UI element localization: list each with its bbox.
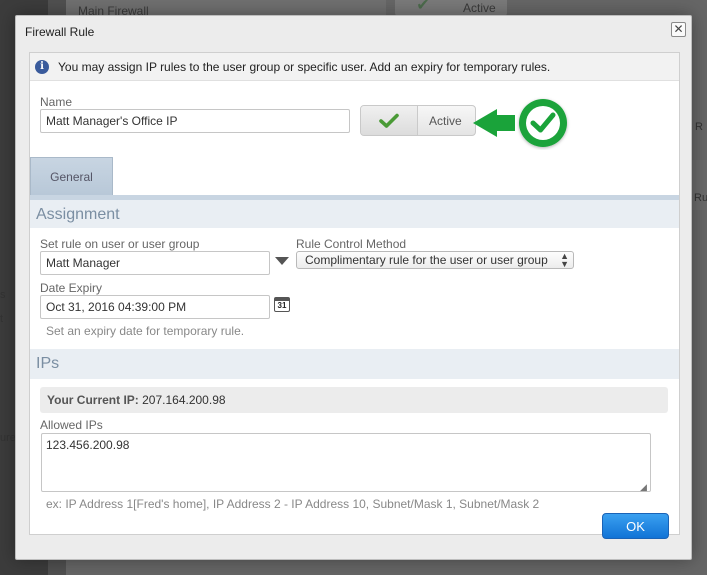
- rule-method-select[interactable]: Complimentary rule for the user or user …: [296, 251, 574, 269]
- current-ip-bar: Your Current IP: 207.164.200.98: [40, 387, 668, 413]
- dropdown-arrow-icon[interactable]: [275, 257, 289, 265]
- resize-handle-icon[interactable]: ◢: [640, 482, 647, 493]
- name-input[interactable]: [40, 109, 350, 133]
- callout-check-icon: [473, 99, 567, 147]
- background-fragment: ure: [0, 432, 16, 444]
- background-toggle-label: Active: [463, 1, 496, 15]
- background-check-icon: ✔: [416, 0, 430, 14]
- firewall-rule-dialog: Firewall Rule ✕ i You may assign IP rule…: [15, 15, 692, 560]
- background-fragment: Ru: [694, 192, 707, 204]
- name-label: Name: [40, 95, 73, 109]
- ok-button[interactable]: OK: [602, 513, 669, 539]
- rule-method-value: Complimentary rule for the user or user …: [305, 253, 548, 267]
- info-text: You may assign IP rules to the user grou…: [58, 60, 551, 74]
- assignment-header: Assignment: [30, 195, 679, 228]
- info-icon: i: [35, 60, 49, 74]
- rule-method-label: Rule Control Method: [296, 237, 407, 251]
- dialog-panel: i You may assign IP rules to the user gr…: [29, 52, 680, 535]
- date-expiry-label: Date Expiry: [40, 281, 103, 295]
- date-expiry-input[interactable]: [40, 295, 270, 319]
- ips-header: IPs: [30, 349, 679, 379]
- active-toggle[interactable]: Active: [360, 105, 476, 136]
- allowed-ips-textarea[interactable]: 123.456.200.98: [41, 433, 651, 492]
- tab-general[interactable]: General: [30, 157, 113, 195]
- dialog-title: Firewall Rule: [25, 25, 95, 39]
- user-group-input[interactable]: [40, 251, 270, 275]
- current-ip-value: 207.164.200.98: [142, 393, 226, 407]
- background-toggle: ✔ Active: [395, 0, 507, 16]
- calendar-icon[interactable]: 31: [274, 297, 290, 312]
- background-fragment: t: [0, 313, 4, 325]
- check-icon: [361, 106, 418, 135]
- allowed-ips-label: Allowed IPs: [40, 418, 103, 432]
- background-fragment: s: [0, 289, 6, 301]
- expiry-help-text: Set an expiry date for temporary rule.: [46, 324, 245, 338]
- updown-arrow-icon: ▲ ▼: [560, 251, 569, 269]
- info-bar: i You may assign IP rules to the user gr…: [30, 53, 679, 81]
- current-ip-label: Your Current IP:: [47, 393, 139, 407]
- user-group-label: Set rule on user or user group: [40, 237, 200, 251]
- active-label: Active: [429, 114, 462, 128]
- close-icon[interactable]: ✕: [671, 22, 686, 37]
- background-fragment: R: [695, 121, 703, 133]
- allowed-ips-help-text: ex: IP Address 1[Fred's home], IP Addres…: [46, 497, 540, 511]
